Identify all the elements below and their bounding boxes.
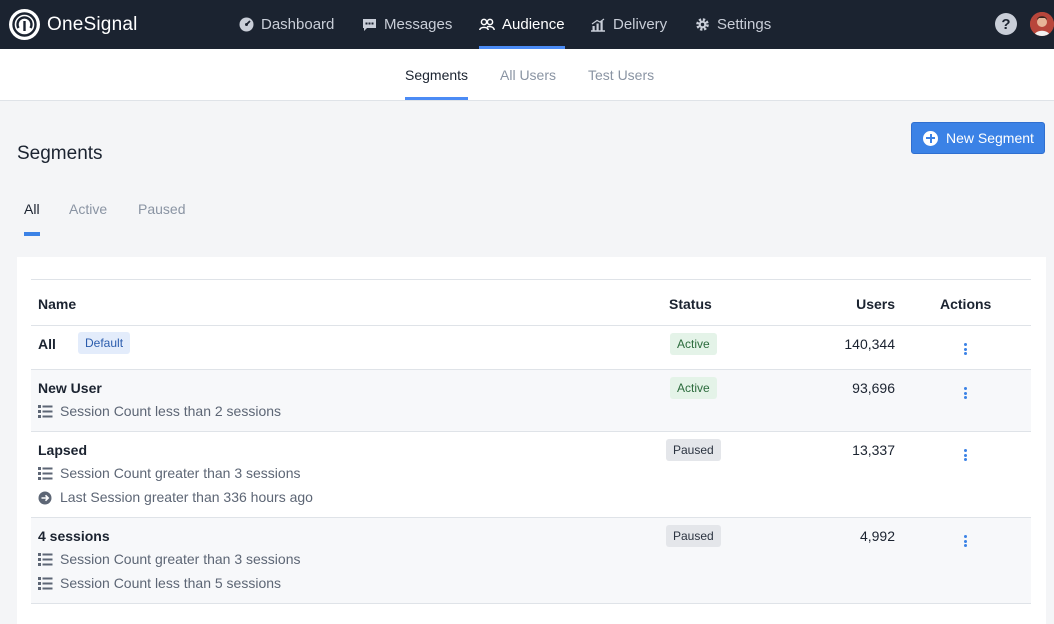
filter-all[interactable]: All <box>24 201 40 217</box>
onesignal-logo[interactable]: OneSignal <box>9 9 138 40</box>
segment-name[interactable]: New User <box>38 380 102 396</box>
nav-audience[interactable]: Audience <box>479 0 565 49</box>
onesignal-logo-icon <box>9 9 40 40</box>
segment-name[interactable]: Lapsed <box>38 442 87 458</box>
status-badge: Paused <box>666 439 721 461</box>
user-count: 93,696 <box>852 380 895 396</box>
segments-table: Name Status Users Actions All Default Ac… <box>31 279 1031 604</box>
status-badge: Active <box>670 333 717 355</box>
nav-dashboard[interactable]: Dashboard <box>238 0 334 49</box>
list-icon <box>38 404 53 418</box>
arrow-circle-icon <box>38 491 53 504</box>
user-count: 13,337 <box>852 442 895 458</box>
segment-rule-text: Session Count greater than 3 sessions <box>60 465 301 481</box>
user-count: 140,344 <box>844 336 895 352</box>
nav-delivery-label: Delivery <box>613 16 668 33</box>
bar-chart-icon <box>590 17 606 33</box>
filter-active[interactable]: Active <box>69 201 107 217</box>
segment-name[interactable]: All <box>38 336 56 352</box>
segment-rule-text: Session Count less than 2 sessions <box>60 403 282 419</box>
list-icon <box>38 576 53 590</box>
top-navigation: OneSignal Dashboard Messages Audience De… <box>0 0 1054 49</box>
avatar[interactable] <box>1030 12 1054 36</box>
table-row[interactable]: 4 sessions Session Count greater than 3 … <box>31 518 1031 604</box>
page-title: Segments <box>17 143 103 164</box>
column-actions: Actions <box>940 296 992 312</box>
column-status: Status <box>669 296 712 312</box>
nav-settings[interactable]: Settings <box>694 0 771 49</box>
plus-circle-icon <box>923 130 938 146</box>
tab-segments[interactable]: Segments <box>405 49 469 100</box>
nav-audience-label: Audience <box>502 16 565 33</box>
tab-all-users[interactable]: All Users <box>500 49 556 100</box>
segment-rule: Session Count less than 2 sessions <box>38 403 281 419</box>
brand-name: OneSignal <box>47 13 138 35</box>
segment-rule-text: Last Session greater than 336 hours ago <box>60 489 313 505</box>
segment-rule-text: Session Count less than 5 sessions <box>60 575 282 591</box>
table-row[interactable]: Lapsed Session Count greater than 3 sess… <box>31 432 1031 518</box>
users-icon <box>479 17 495 33</box>
column-users: Users <box>856 296 895 312</box>
list-icon <box>38 466 53 480</box>
table-row[interactable]: All Default Active 140,344 <box>31 326 1031 370</box>
row-actions-menu-icon[interactable] <box>964 343 968 355</box>
default-badge: Default <box>78 332 131 354</box>
audience-subnav: Segments All Users Test Users <box>0 49 1054 101</box>
nav-settings-label: Settings <box>717 16 772 33</box>
row-actions-menu-icon[interactable] <box>964 449 968 461</box>
nav-dashboard-label: Dashboard <box>261 16 335 33</box>
status-badge: Active <box>670 377 717 399</box>
column-name: Name <box>38 296 77 312</box>
row-actions-menu-icon[interactable] <box>964 387 968 399</box>
filter-active-indicator <box>24 232 40 236</box>
segment-name[interactable]: 4 sessions <box>38 528 110 544</box>
new-segment-label: New Segment <box>946 130 1034 146</box>
gear-icon <box>694 17 710 33</box>
dashboard-gauge-icon <box>238 17 254 33</box>
row-actions-menu-icon[interactable] <box>964 535 968 547</box>
table-header: Name Status Users Actions <box>31 279 1031 326</box>
segment-rule-text: Session Count greater than 3 sessions <box>60 551 301 567</box>
segment-rule: Session Count greater than 3 sessions <box>38 551 300 567</box>
segment-rule: Last Session greater than 336 hours ago <box>38 489 313 505</box>
list-icon <box>38 552 53 566</box>
segment-rule: Session Count greater than 3 sessions <box>38 465 300 481</box>
nav-delivery[interactable]: Delivery <box>590 0 667 49</box>
nav-messages-label: Messages <box>384 16 453 33</box>
segments-card: Name Status Users Actions All Default Ac… <box>17 257 1046 624</box>
segment-rule: Session Count less than 5 sessions <box>38 575 281 591</box>
filter-paused[interactable]: Paused <box>138 201 185 217</box>
help-icon[interactable]: ? <box>995 13 1017 35</box>
new-segment-button[interactable]: New Segment <box>911 122 1045 154</box>
table-row[interactable]: New User Session Count less than 2 sessi… <box>31 370 1031 432</box>
tab-test-users[interactable]: Test Users <box>588 49 654 100</box>
status-badge: Paused <box>666 525 721 547</box>
nav-messages[interactable]: Messages <box>361 0 452 49</box>
user-count: 4,992 <box>859 528 895 544</box>
chat-bubble-icon <box>361 17 377 33</box>
